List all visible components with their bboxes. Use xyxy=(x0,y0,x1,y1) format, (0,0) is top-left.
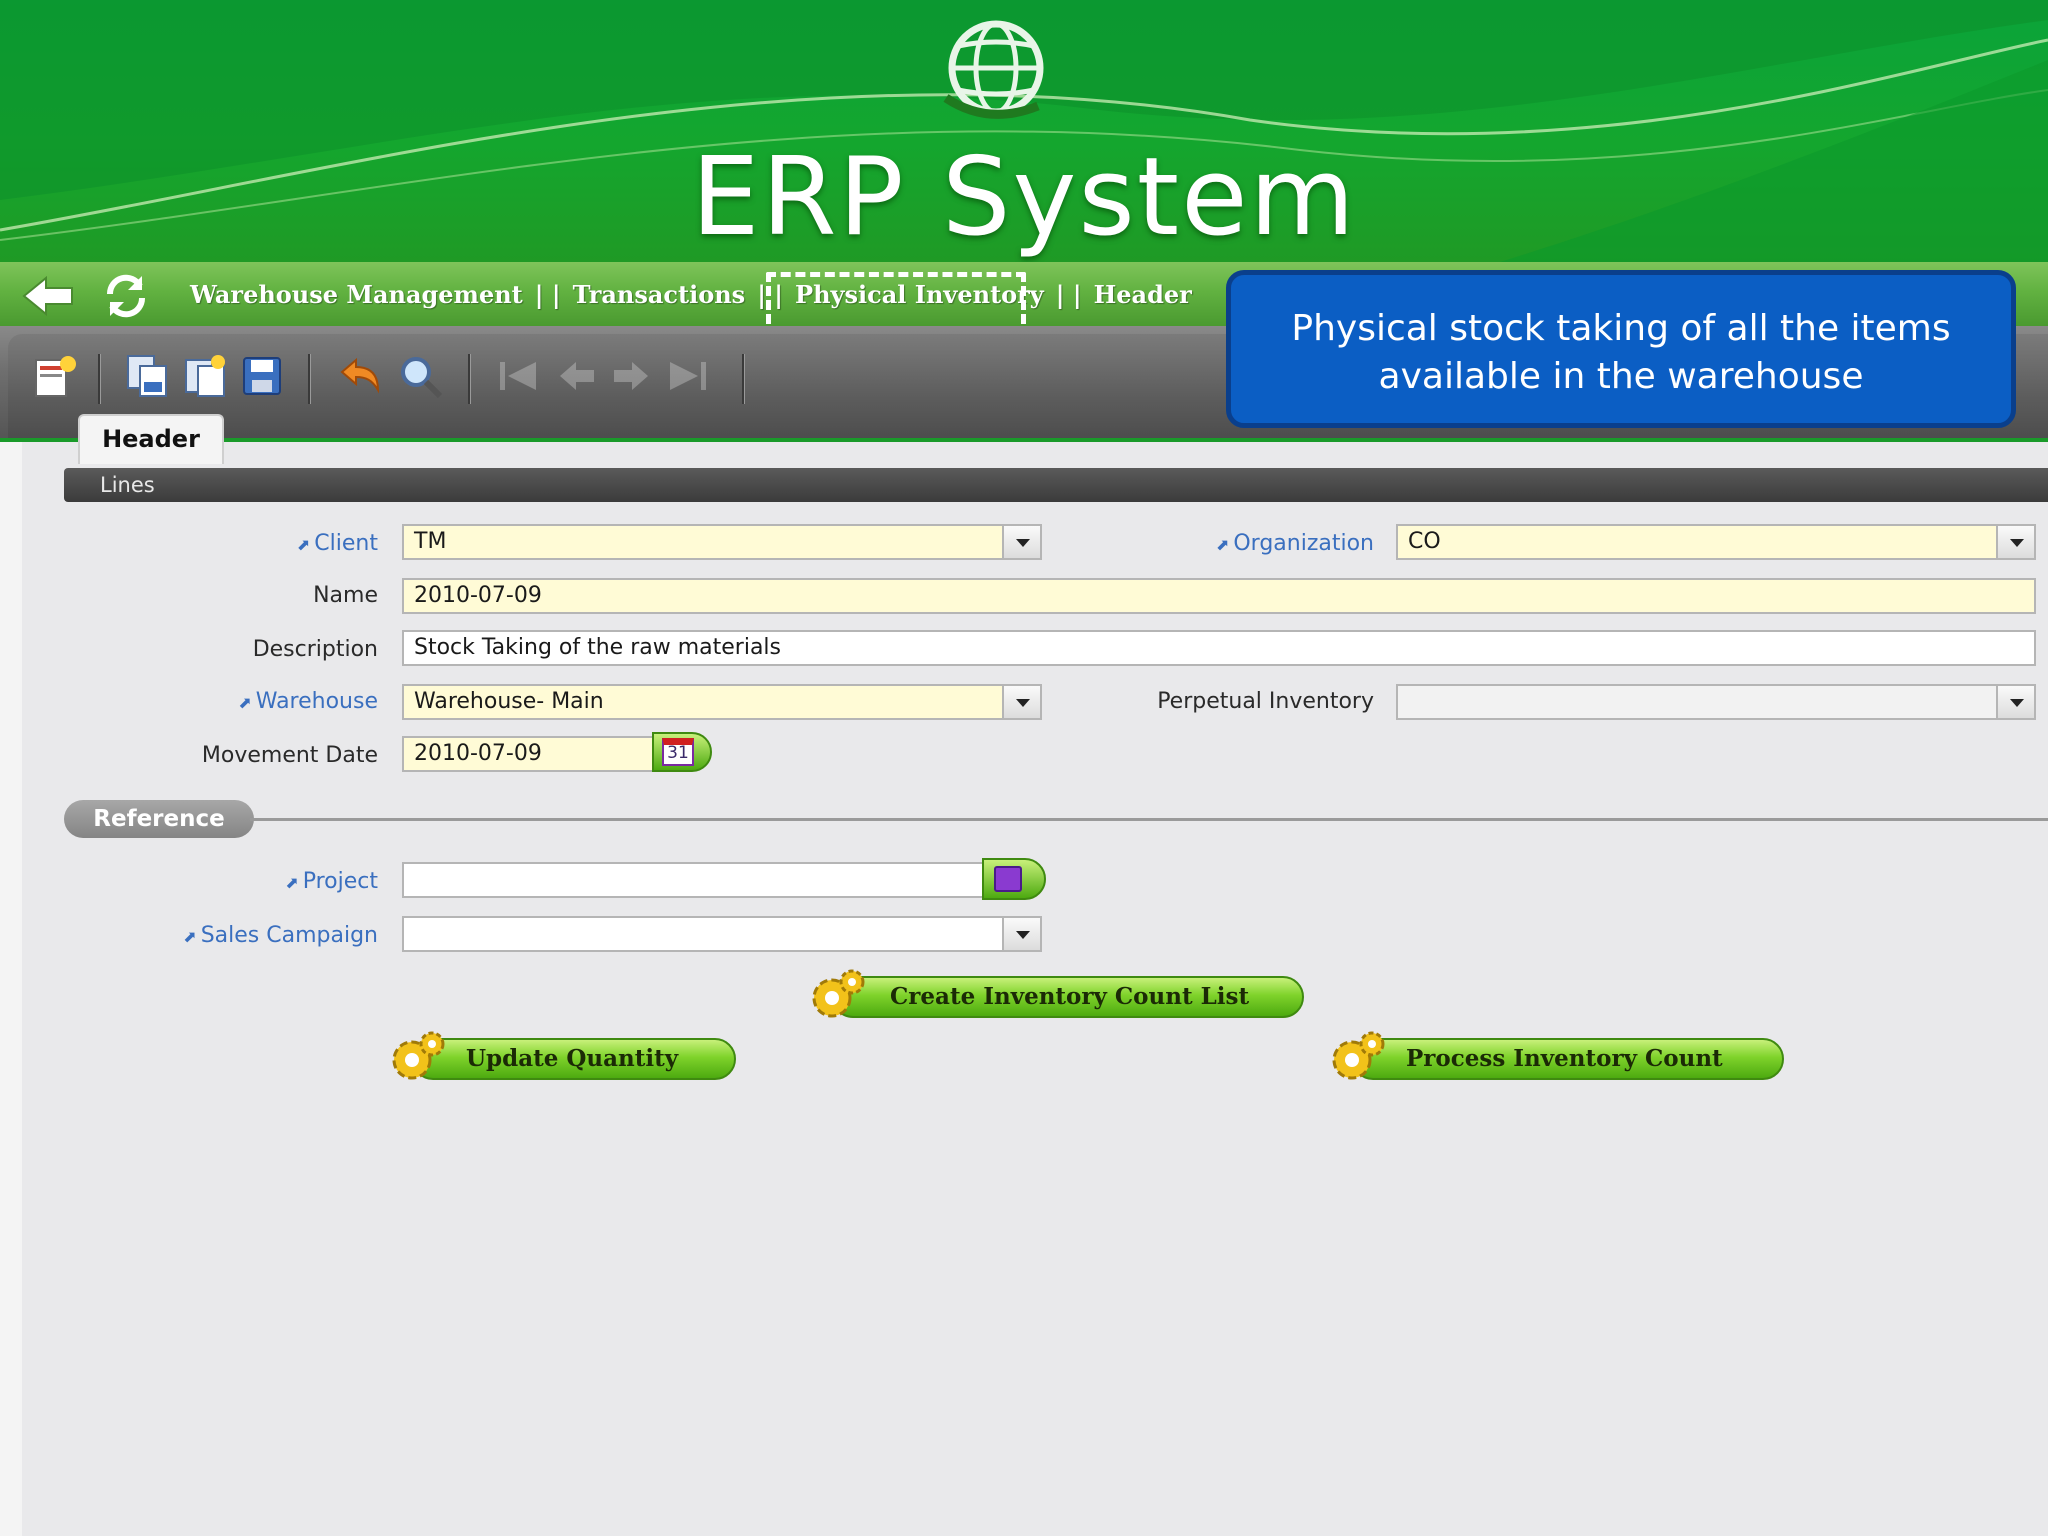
name-field[interactable]: 2010-07-09 xyxy=(402,578,2036,614)
breadcrumb-header: Header xyxy=(1093,280,1192,309)
create-inventory-count-list-button[interactable]: Create Inventory Count List xyxy=(832,976,1304,1018)
description-label: Description xyxy=(252,637,378,662)
description-field[interactable]: Stock Taking of the raw materials xyxy=(402,630,2036,666)
client-label[interactable]: ⬈ Client xyxy=(160,526,378,562)
callout-annotation: Physical stock taking of all the items a… xyxy=(1226,270,2016,428)
movement-date-field[interactable]: 2010-07-09 xyxy=(402,736,660,772)
sales-campaign-label[interactable]: ⬈ Sales Campaign xyxy=(160,918,378,954)
copy-details-icon[interactable] xyxy=(182,352,230,400)
project-search-button[interactable] xyxy=(982,858,1046,900)
first-record-icon[interactable] xyxy=(494,352,542,400)
gear-icon xyxy=(392,1031,445,1080)
gear-icon xyxy=(812,969,865,1018)
reference-divider xyxy=(250,818,2048,821)
callout-line-2: available in the warehouse xyxy=(1378,356,1864,397)
breadcrumb-separator: | | xyxy=(534,280,561,309)
find-icon[interactable] xyxy=(396,352,444,400)
perpetual-inventory-select[interactable] xyxy=(1396,684,2036,720)
previous-record-icon[interactable] xyxy=(552,352,600,400)
calendar-icon: 31 xyxy=(662,738,694,766)
update-quantity-button[interactable]: Update Quantity xyxy=(412,1038,736,1080)
organization-label[interactable]: ⬈ Organization xyxy=(1100,526,1374,562)
movement-date-label: Movement Date xyxy=(201,743,378,768)
breadcrumb-warehouse-management[interactable]: Warehouse Management xyxy=(190,280,523,309)
callout-line-1: Physical stock taking of all the items xyxy=(1291,308,1951,349)
left-edge xyxy=(0,442,22,1536)
app-banner: ERP System xyxy=(0,0,2048,262)
breadcrumb: Warehouse Management | | Transactions | | Ph… xyxy=(190,280,1192,314)
warehouse-select[interactable]: Warehouse- Main xyxy=(402,684,1042,720)
organization-select[interactable]: CO xyxy=(1396,524,2036,560)
undo-icon[interactable] xyxy=(336,352,384,400)
project-label[interactable]: ⬈ Project xyxy=(160,864,378,900)
chevron-down-icon[interactable] xyxy=(1996,686,2034,718)
globe-logo-icon xyxy=(943,20,1044,119)
name-label: Name xyxy=(313,583,378,608)
tab-header[interactable]: Header xyxy=(78,414,224,464)
perpetual-inventory-label: Perpetual Inventory xyxy=(1157,689,1374,714)
save-icon[interactable] xyxy=(238,352,286,400)
search-icon xyxy=(994,866,1022,892)
back-arrow-icon[interactable] xyxy=(20,274,76,318)
chevron-down-icon[interactable] xyxy=(1996,526,2034,558)
chevron-down-icon[interactable] xyxy=(1002,686,1040,718)
next-record-icon[interactable] xyxy=(608,352,656,400)
reference-section-header[interactable]: Reference xyxy=(64,800,254,838)
breadcrumb-separator: | | xyxy=(1055,280,1082,309)
client-select[interactable]: TM xyxy=(402,524,1042,560)
copy-record-icon[interactable] xyxy=(124,352,172,400)
chevron-down-icon[interactable] xyxy=(1002,526,1040,558)
new-record-icon[interactable] xyxy=(30,352,78,400)
sales-campaign-select[interactable] xyxy=(402,916,1042,952)
tab-lines[interactable]: Lines xyxy=(64,468,2048,502)
chevron-down-icon[interactable] xyxy=(1002,918,1040,950)
calendar-button[interactable]: 31 xyxy=(652,732,712,772)
app-title: ERP System xyxy=(691,135,1357,260)
warehouse-label[interactable]: ⬈ Warehouse xyxy=(160,684,378,720)
refresh-icon[interactable] xyxy=(102,272,150,320)
breadcrumb-transactions[interactable]: Transactions xyxy=(573,280,746,309)
project-field[interactable] xyxy=(402,862,986,898)
gear-icon xyxy=(1332,1031,1385,1080)
last-record-icon[interactable] xyxy=(664,352,712,400)
process-inventory-count-button[interactable]: Process Inventory Count xyxy=(1352,1038,1784,1080)
